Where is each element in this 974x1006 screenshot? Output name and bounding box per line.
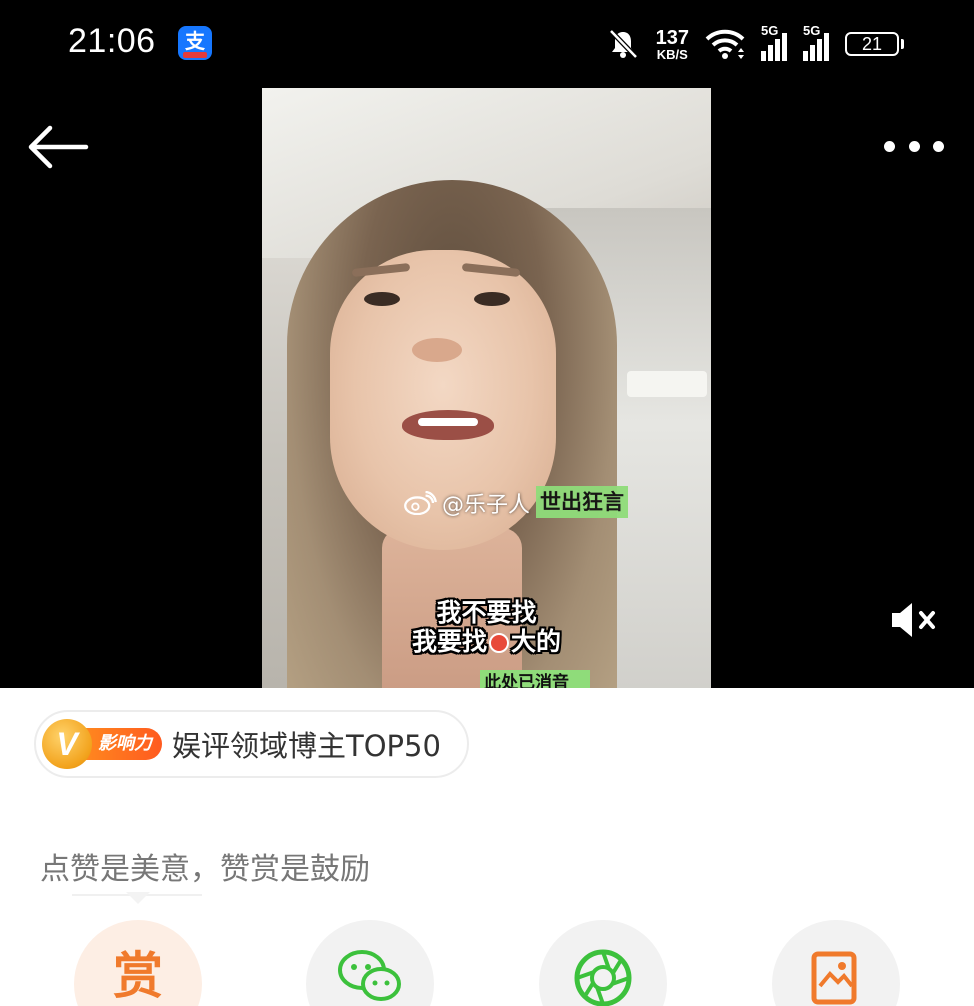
save-image-icon bbox=[811, 951, 857, 1005]
subtitle-muted-note: 此处已消音 bbox=[480, 670, 590, 688]
signal-5g-icon: 5G bbox=[761, 23, 787, 61]
speaker-muted-icon bbox=[892, 603, 935, 637]
battery-icon: 21 bbox=[845, 32, 904, 56]
watermark-handle-a: @乐子人 bbox=[442, 493, 531, 518]
more-dots-icon bbox=[933, 140, 944, 152]
signal-label: 5G bbox=[803, 23, 821, 38]
video-person-mouth bbox=[402, 410, 494, 440]
share-actions: 赏 bbox=[0, 920, 974, 1006]
more-dots-icon bbox=[884, 140, 895, 152]
influence-badge-label: 影响力 bbox=[80, 728, 162, 760]
back-arrow-icon bbox=[28, 125, 89, 169]
moments-share-button[interactable] bbox=[539, 920, 667, 1006]
video-player[interactable]: 世出狂言 @乐子人 我不要找 我要找 大的 此处已消音 bbox=[0, 88, 974, 688]
subtitle-line-2a: 我要找 bbox=[411, 627, 487, 656]
status-time: 21:06 bbox=[68, 22, 156, 60]
signal-label: 5G bbox=[761, 23, 779, 38]
save-image-button[interactable] bbox=[772, 920, 900, 1006]
net-speed-unit: KB/S bbox=[656, 46, 688, 62]
subtitle-line-2: 我要找 大的 bbox=[262, 622, 711, 658]
battery-cap bbox=[901, 39, 904, 49]
battery-level: 21 bbox=[845, 32, 899, 56]
back-button[interactable] bbox=[26, 122, 90, 172]
video-person-eye bbox=[474, 292, 510, 306]
reward-icon: 赏 bbox=[113, 947, 163, 1005]
video-person-eye bbox=[364, 292, 400, 306]
mute-button[interactable] bbox=[888, 600, 940, 640]
wechat-share-button[interactable] bbox=[306, 920, 434, 1006]
status-icons: 137 KB/S 5G 5G 21 bbox=[606, 23, 904, 64]
net-speed: 137 KB/S bbox=[656, 28, 689, 61]
weibo-logo-icon bbox=[404, 491, 437, 515]
signal-5g-icon: 5G bbox=[803, 23, 829, 61]
watermark-handle-b: 出狂言 bbox=[561, 490, 624, 514]
watermark-tag-char: 世 bbox=[540, 490, 561, 514]
bottom-sheet: V 影响力 娱评领域博主TOP50 点赞是美意，赞赏是鼓励 赏 bbox=[0, 688, 974, 1006]
watermark-tag: 世出狂言 bbox=[536, 486, 628, 518]
subtitle-line-2b: 大的 bbox=[511, 627, 562, 656]
weibo-watermark: @乐子人 bbox=[402, 486, 530, 520]
video-bg-light bbox=[627, 371, 707, 397]
video-person-nose bbox=[412, 338, 462, 362]
influence-v-icon: V bbox=[42, 719, 92, 769]
influence-tag[interactable]: V 影响力 娱评领域博主TOP50 bbox=[34, 710, 469, 778]
alipay-tag bbox=[183, 52, 207, 58]
moments-icon bbox=[574, 949, 632, 1006]
tooltip-caret bbox=[126, 892, 150, 904]
encourage-text: 点赞是美意，赞赏是鼓励 bbox=[40, 852, 370, 887]
reward-button[interactable]: 赏 bbox=[74, 920, 202, 1006]
alipay-icon: 支 bbox=[178, 26, 212, 60]
wechat-icon bbox=[338, 950, 401, 1001]
status-bar: 21:06 支 137 KB/S 5G 5G 21 bbox=[0, 0, 974, 88]
mute-bell-icon bbox=[608, 29, 638, 59]
more-options-button[interactable] bbox=[884, 134, 944, 158]
influence-badge: V 影响力 bbox=[42, 719, 162, 769]
alipay-glyph: 支 bbox=[185, 29, 205, 53]
more-dots-icon bbox=[908, 140, 920, 152]
influence-text: 娱评领域博主TOP50 bbox=[172, 729, 441, 763]
wifi-icon bbox=[705, 29, 745, 59]
rooster-emoji-icon bbox=[489, 633, 509, 653]
net-speed-value: 137 bbox=[655, 26, 689, 49]
